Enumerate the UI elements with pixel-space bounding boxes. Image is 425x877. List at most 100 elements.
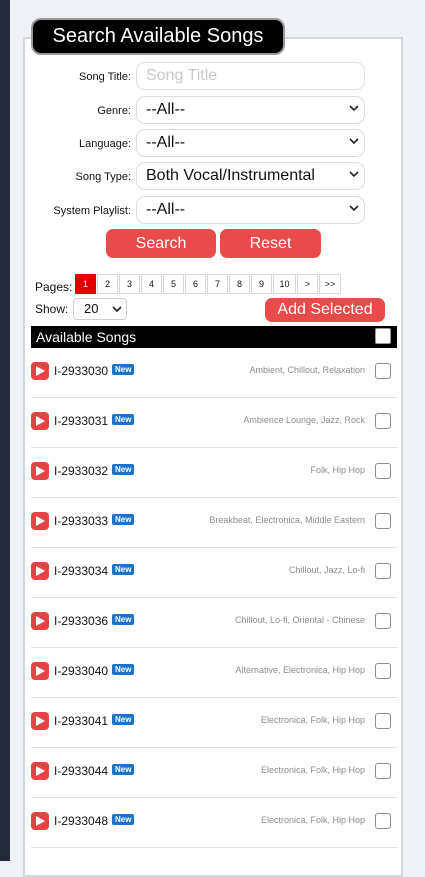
song-row: I-2933032 New Folk, Hip Hop [31, 448, 397, 498]
song-id: I-2933041 [54, 714, 109, 728]
song-row: I-2933040 New Alternative, Electronica, Hi… [31, 648, 397, 698]
show-label: Show: [35, 302, 69, 316]
add-selected-button[interactable]: Add Selected [265, 298, 385, 322]
song-id: I-2933044 [54, 764, 109, 778]
genre-label: Genre: [97, 105, 131, 117]
page-7-link[interactable]: 7 [207, 274, 228, 294]
new-badge: New [112, 764, 135, 775]
play-button[interactable] [31, 562, 49, 580]
song-select-checkbox[interactable] [375, 413, 391, 429]
page-1-link[interactable]: 1 [75, 274, 96, 294]
song-genres: Chillout, Lo-fi, Oriental - Chinese [234, 615, 365, 625]
search-button[interactable]: Search [106, 229, 216, 258]
song-genres: Ambient, Chillout, Relaxation [249, 365, 365, 375]
play-button[interactable] [31, 512, 49, 530]
playlist-row: System Playlist: --All-- [0, 196, 425, 224]
play-button[interactable] [31, 412, 49, 430]
new-badge: New [112, 364, 135, 375]
play-icon [36, 766, 45, 776]
language-label: Language: [79, 138, 131, 150]
play-button[interactable] [31, 362, 49, 380]
song-genres: Electronica, Folk, Hip Hop [260, 715, 365, 725]
song-row: I-2933044 New Electronica, Folk, Hip Hop [31, 748, 397, 798]
chevron-down-icon [349, 138, 359, 145]
language-select[interactable]: --All-- [136, 129, 365, 157]
new-badge: New [112, 664, 135, 675]
playlist-select[interactable]: --All-- [136, 196, 365, 224]
song-genres: Electronica, Folk, Hip Hop [260, 765, 365, 775]
song-select-checkbox[interactable] [375, 463, 391, 479]
play-button[interactable] [31, 612, 49, 630]
song-genres: Folk, Hip Hop [310, 465, 365, 475]
song-select-checkbox[interactable] [375, 613, 391, 629]
song-row: I-2933033 New Breakbeat, Electronica, Midd… [31, 498, 397, 548]
chevron-down-icon [349, 171, 359, 178]
play-icon [36, 566, 45, 576]
song-row: I-2933041 New Electronica, Folk, Hip Hop [31, 698, 397, 748]
song-id: I-2933032 [54, 464, 109, 478]
available-songs-header: Available Songs [31, 326, 397, 348]
language-row: Language: --All-- [0, 129, 425, 157]
playlist-value: --All-- [146, 201, 186, 218]
song-select-checkbox[interactable] [375, 813, 391, 829]
song-select-checkbox[interactable] [375, 563, 391, 579]
page-3-link[interactable]: 3 [119, 274, 140, 294]
page-8-link[interactable]: 8 [229, 274, 250, 294]
page-6-link[interactable]: 6 [185, 274, 206, 294]
play-button[interactable] [31, 662, 49, 680]
new-badge: New [112, 464, 135, 475]
play-button[interactable] [31, 712, 49, 730]
chevron-down-icon [112, 306, 122, 313]
play-button[interactable] [31, 462, 49, 480]
song-row: I-2933034 New Chillout, Jazz, Lo-fi [31, 548, 397, 598]
page-4-link[interactable]: 4 [141, 274, 162, 294]
song-id: I-2933030 [54, 364, 109, 378]
new-badge: New [112, 814, 135, 825]
play-icon [36, 666, 45, 676]
song-row: I-2933030 New Ambient, Chillout, Relaxatio… [31, 348, 397, 398]
play-button[interactable] [31, 762, 49, 780]
song-select-checkbox[interactable] [375, 713, 391, 729]
play-icon [36, 716, 45, 726]
song-genres: Chillout, Jazz, Lo-fi [288, 565, 365, 575]
song-type-row: Song Type: Both Vocal/Instrumental [0, 162, 425, 190]
song-id: I-2933034 [54, 564, 109, 578]
song-type-label: Song Type: [75, 171, 131, 183]
song-id: I-2933036 [54, 614, 109, 628]
play-icon [36, 416, 45, 426]
song-select-checkbox[interactable] [375, 763, 391, 779]
show-count-value: 20 [84, 301, 99, 316]
show-count-select[interactable]: 20 [73, 298, 127, 320]
next-page-link[interactable]: > [297, 274, 318, 294]
play-icon [36, 466, 45, 476]
song-title-input[interactable]: Song Title [136, 62, 365, 90]
chevron-down-icon [349, 205, 359, 212]
song-select-checkbox[interactable] [375, 663, 391, 679]
song-select-checkbox[interactable] [375, 513, 391, 529]
page-2-link[interactable]: 2 [97, 274, 118, 294]
song-select-checkbox[interactable] [375, 363, 391, 379]
genre-value: --All-- [146, 101, 186, 118]
page-5-link[interactable]: 5 [163, 274, 184, 294]
song-type-select[interactable]: Both Vocal/Instrumental [136, 162, 365, 190]
playlist-label: System Playlist: [53, 205, 131, 217]
play-icon [36, 516, 45, 526]
page-title: Search Available Songs [31, 18, 285, 55]
song-id: I-2933033 [54, 514, 109, 528]
page-9-link[interactable]: 9 [251, 274, 272, 294]
genre-select[interactable]: --All-- [136, 96, 365, 124]
new-badge: New [112, 514, 135, 525]
play-icon [36, 366, 45, 376]
last-page-link[interactable]: >> [319, 274, 341, 294]
chevron-down-icon [349, 105, 359, 112]
song-type-value: Both Vocal/Instrumental [146, 167, 315, 184]
language-value: --All-- [146, 134, 186, 151]
play-button[interactable] [31, 812, 49, 830]
pages-label: Pages: [35, 280, 73, 294]
play-icon [36, 616, 45, 626]
page-10-link[interactable]: 10 [273, 274, 296, 294]
select-all-checkbox[interactable] [375, 328, 391, 344]
reset-button[interactable]: Reset [220, 229, 321, 258]
song-genres: Alternative, Electronica, Hip Hop [235, 665, 365, 675]
song-title-label: Song Title: [79, 71, 131, 83]
